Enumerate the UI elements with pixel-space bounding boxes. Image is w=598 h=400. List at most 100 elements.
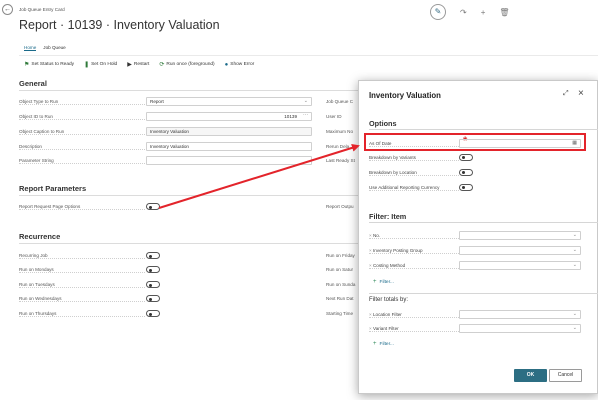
highlight-box <box>364 133 586 151</box>
section-divider <box>369 129 598 130</box>
recurring-job-toggle[interactable] <box>146 252 160 259</box>
restart-button[interactable]: ▶ Restart <box>127 61 149 68</box>
filter-label: × No. <box>369 232 459 239</box>
field-label: Object ID to Run <box>19 113 145 120</box>
expand-icon[interactable]: ⤢ <box>563 90 569 98</box>
chevron-down-icon: ⌄ <box>572 261 577 268</box>
location-filter-select[interactable]: ⌄ <box>459 309 581 319</box>
set-status-ready-button[interactable]: ⚑ Set Status to Ready <box>24 61 74 68</box>
section-recurrence-heading[interactable]: Recurrence <box>19 232 60 241</box>
object-type-select[interactable]: Report ⌄ <box>146 97 312 106</box>
filter-posting-group-select[interactable]: ⌄ <box>459 245 581 255</box>
filter-item-heading: Filter: Item <box>369 212 407 221</box>
filter-costing-method-select[interactable]: ⌄ <box>459 260 581 270</box>
status-icon: ⚑ <box>24 62 30 68</box>
field-run-on-wednesdays: Run on Wednesdays <box>19 294 160 303</box>
filter-label: × Costing Method <box>369 262 459 269</box>
options-heading: Options <box>369 119 397 128</box>
field-label: Object Type to Run <box>19 98 145 105</box>
section-divider <box>369 293 598 294</box>
variant-filter-row: × Variant Filter ⌄ <box>369 323 581 333</box>
breakdown-variants-label: Breakdown by Variants <box>369 154 459 161</box>
ok-button[interactable]: OK <box>514 369 547 382</box>
add-totals-filter-link[interactable]: + Filter... <box>373 341 394 347</box>
field-object-caption: Object Caption to Run Inventory Valuatio… <box>19 127 312 136</box>
section-report-parameters-heading[interactable]: Report Parameters <box>19 184 86 193</box>
right-label: Next Run Dat <box>326 296 354 301</box>
field-run-on-tuesdays: Run on Tuesdays <box>19 280 160 289</box>
error-icon: ● <box>224 61 229 68</box>
thursdays-toggle[interactable] <box>146 310 160 317</box>
description-input[interactable]: Inventory Valuation <box>146 142 312 151</box>
add-icon[interactable]: + <box>481 8 486 17</box>
right-label: Report Outpu <box>326 204 354 209</box>
filter-totals-heading: Filter totals by: <box>369 297 409 303</box>
right-label: Maximum No <box>326 129 354 134</box>
field-label: Run on Thursdays <box>19 310 145 317</box>
field-label: Run on Wednesdays <box>19 295 145 302</box>
chevron-down-icon: ⌄ <box>572 324 577 331</box>
object-id-input[interactable]: 10139 ··· <box>146 112 312 121</box>
inventory-valuation-dialog: Inventory Valuation ⤢ × Options As Of Da… <box>358 80 598 394</box>
tuesdays-toggle[interactable] <box>146 281 160 288</box>
variant-filter-select[interactable]: ⌄ <box>459 323 581 333</box>
breadcrumb: Job Queue Entry Card <box>19 7 65 12</box>
add-item-filter-link[interactable]: + Filter... <box>373 279 394 285</box>
run-icon: ⟳ <box>159 62 165 68</box>
right-label: Starting Time <box>326 311 354 316</box>
cancel-button[interactable]: Cancel <box>549 369 582 382</box>
right-label: Job Queue C <box>326 99 354 104</box>
additional-currency-toggle[interactable] <box>459 183 473 191</box>
location-filter-row: × Location Filter ⌄ <box>369 309 581 319</box>
close-icon[interactable]: × <box>578 88 584 99</box>
filter-row-costing-method: × Costing Method ⌄ <box>369 260 581 270</box>
right-label: User ID <box>326 114 342 119</box>
top-actions: ✎ ↷ + 🗑 <box>430 4 510 20</box>
lookup-icon[interactable]: ··· <box>303 112 308 119</box>
run-once-button[interactable]: ⟳ Run once (foreground) <box>159 61 214 68</box>
breakdown-location-row: Breakdown by Location <box>369 167 473 177</box>
section-general-heading[interactable]: General <box>19 79 47 88</box>
field-label: Recurring Job <box>19 252 145 259</box>
hold-icon: ❚ <box>84 62 90 68</box>
play-icon: ▶ <box>127 62 132 68</box>
back-arrow-icon[interactable]: ← <box>2 4 13 15</box>
field-report-request-page-options: Report Request Page Options <box>19 202 160 211</box>
field-object-id: Object ID to Run 10139 ··· <box>19 112 312 121</box>
mondays-toggle[interactable] <box>146 266 160 273</box>
action-bar: ⚑ Set Status to Ready ❚ Set On Hold ▶ Resta… <box>24 61 255 69</box>
show-error-button[interactable]: ● Show Error <box>225 62 255 68</box>
tab-job-queue[interactable]: Job Queue <box>43 45 65 51</box>
chevron-down-icon: ⌄ <box>572 310 577 317</box>
page-title: Report · 10139 · Inventory Valuation <box>19 18 220 32</box>
breakdown-variants-toggle[interactable] <box>459 153 473 161</box>
field-run-on-mondays: Run on Mondays <box>19 265 160 274</box>
parameter-string-input[interactable] <box>146 156 312 165</box>
filter-label: × Location Filter <box>369 311 459 318</box>
field-label: Parameter String <box>19 157 145 164</box>
right-label: Run on Friday <box>326 253 355 258</box>
nav-tabs: Home Job Queue <box>24 45 66 51</box>
field-description: Description Inventory Valuation <box>19 142 312 151</box>
additional-currency-label: Use Additional Reporting Currency <box>369 184 459 191</box>
delete-icon[interactable]: 🗑 <box>499 8 509 17</box>
filter-no-select[interactable]: ⌄ <box>459 230 581 240</box>
right-label: Run on Satur <box>326 267 354 272</box>
share-icon[interactable]: ↷ <box>460 8 467 17</box>
breakdown-location-toggle[interactable] <box>459 168 473 176</box>
edit-pencil-icon[interactable]: ✎ <box>430 4 446 20</box>
right-label: Run on Sunda <box>326 282 356 287</box>
chevron-down-icon: ⌄ <box>303 98 308 104</box>
field-label: Run on Mondays <box>19 266 145 273</box>
tab-home[interactable]: Home <box>24 45 37 51</box>
report-options-toggle[interactable] <box>146 203 160 210</box>
field-parameter-string: Parameter String <box>19 156 312 165</box>
field-run-on-thursdays: Run on Thursdays <box>19 309 160 318</box>
right-label: Last Ready St <box>326 158 355 163</box>
filter-row-posting-group: × Inventory Posting Group ⌄ <box>369 245 581 255</box>
field-label: Run on Tuesdays <box>19 281 145 288</box>
plus-icon: + <box>373 341 377 347</box>
wednesdays-toggle[interactable] <box>146 295 160 302</box>
object-caption-value: Inventory Valuation <box>146 127 312 136</box>
set-on-hold-button[interactable]: ❚ Set On Hold <box>84 61 117 68</box>
